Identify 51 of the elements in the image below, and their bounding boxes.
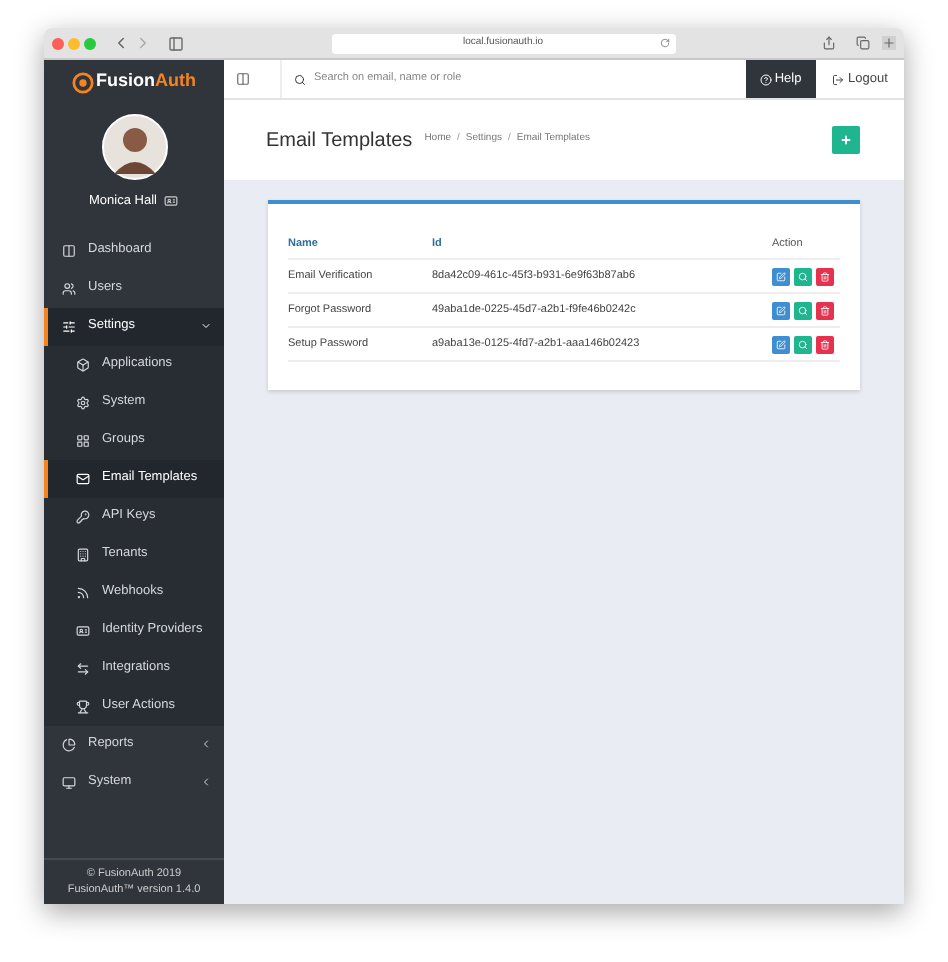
pie-chart-icon <box>62 737 76 752</box>
delete-button[interactable] <box>816 301 834 319</box>
gear-icon <box>76 395 90 410</box>
logo-icon <box>72 71 94 93</box>
page-title: Email Templates <box>266 127 413 155</box>
edit-button[interactable] <box>772 335 790 353</box>
envelope-icon <box>76 471 90 486</box>
view-button[interactable] <box>794 267 812 285</box>
plus-icon <box>840 134 852 146</box>
dashboard-icon <box>62 243 76 258</box>
tabs-icon[interactable] <box>856 36 870 50</box>
menu-icon[interactable] <box>236 72 250 86</box>
search-icon <box>798 271 808 281</box>
edit-icon <box>776 271 786 281</box>
edit-button[interactable] <box>772 301 790 319</box>
logo-text: FusionAuth <box>96 68 196 95</box>
cube-icon <box>76 357 90 372</box>
sliders-icon <box>62 319 76 334</box>
users-icon <box>62 281 76 296</box>
delete-button[interactable] <box>816 335 834 353</box>
id-card-icon[interactable] <box>164 194 179 209</box>
key-icon <box>76 509 90 524</box>
logout-icon <box>832 73 845 85</box>
search-icon <box>798 305 808 315</box>
delete-button[interactable] <box>816 267 834 285</box>
grid-icon <box>76 433 90 448</box>
edit-button[interactable] <box>772 267 790 285</box>
search-icon <box>294 73 306 85</box>
trash-icon <box>820 271 830 281</box>
arrows-icon <box>76 661 90 676</box>
edit-icon <box>776 305 786 315</box>
sidebar-icon[interactable] <box>168 35 184 51</box>
id-card-icon <box>76 623 90 638</box>
add-button[interactable] <box>832 126 860 154</box>
search-icon <box>798 339 808 349</box>
forward-icon[interactable] <box>134 34 152 52</box>
feed-icon <box>76 585 90 600</box>
view-button[interactable] <box>794 301 812 319</box>
edit-icon <box>776 339 786 349</box>
share-icon[interactable] <box>822 36 836 50</box>
help-icon <box>760 73 773 85</box>
avatar <box>101 114 167 180</box>
trophy-icon <box>76 699 90 714</box>
view-button[interactable] <box>794 335 812 353</box>
building-icon <box>76 547 90 562</box>
back-icon[interactable] <box>112 34 130 52</box>
monitor-icon <box>62 775 76 790</box>
trash-icon <box>820 339 830 349</box>
reload-icon[interactable] <box>659 38 669 48</box>
trash-icon <box>820 305 830 315</box>
new-tab-icon[interactable] <box>882 36 896 50</box>
